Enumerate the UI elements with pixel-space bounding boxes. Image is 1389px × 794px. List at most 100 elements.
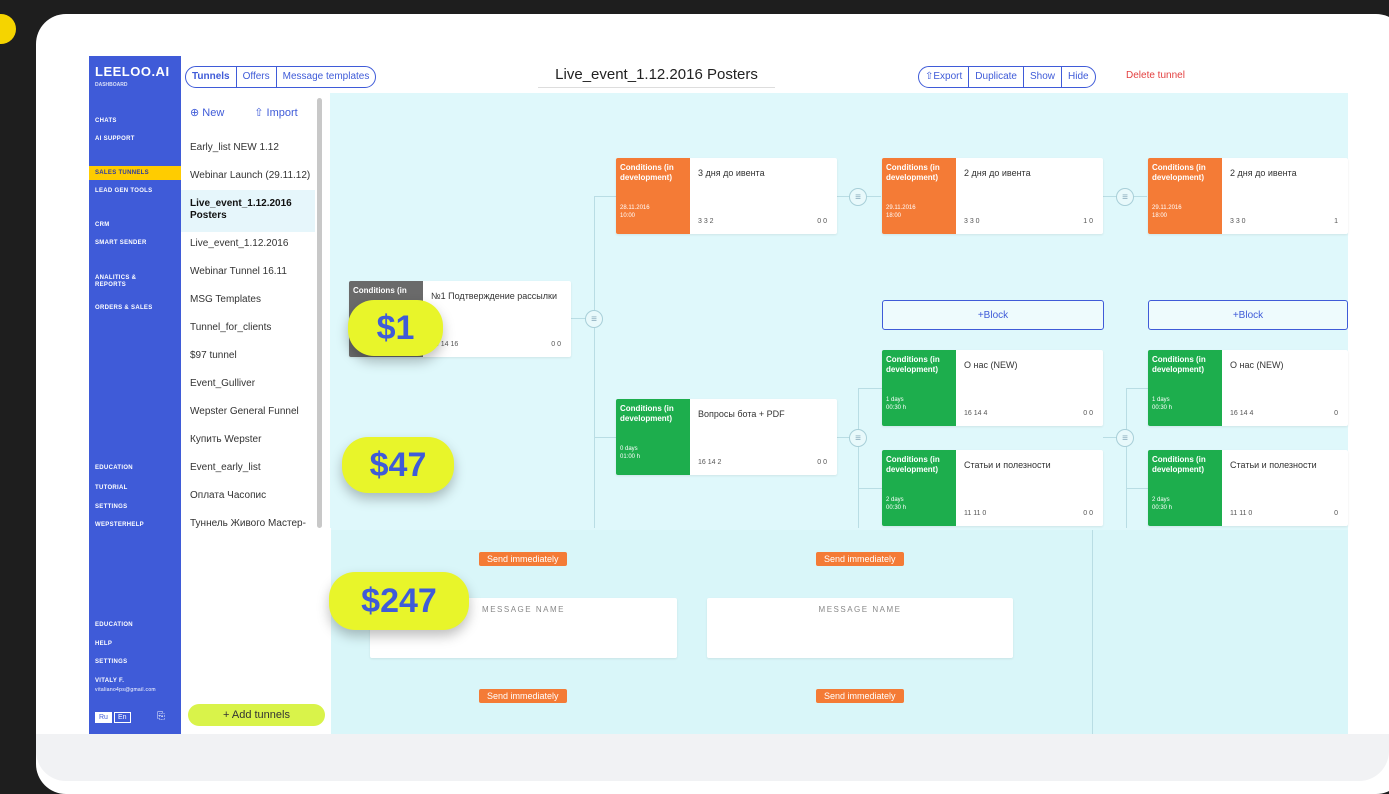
nav-education-bottom[interactable]: EDUCATION xyxy=(89,618,181,632)
tab-tunnels[interactable]: Tunnels xyxy=(186,67,237,87)
export-button[interactable]: ⇧Export xyxy=(919,67,970,87)
block-name: О нас (NEW) xyxy=(964,360,1018,370)
tunnel-item[interactable]: Live_event_1.12.2016 xyxy=(190,238,318,250)
branch-hub-icon[interactable]: ≡ xyxy=(849,429,867,447)
price-badge: $247 xyxy=(329,572,469,630)
tunnel-item[interactable]: Webinar Tunnel 16.11 xyxy=(190,266,318,278)
tunnel-item[interactable]: Оплата Часопис xyxy=(190,490,318,502)
nav-crm[interactable]: CRM xyxy=(89,218,181,232)
add-block-button[interactable]: +Block xyxy=(882,300,1104,330)
block-name: 2 дня до ивента xyxy=(1230,168,1297,178)
conditions-label: Conditions (in development) 29.11.2016 18… xyxy=(1148,158,1222,234)
conditions-text: Conditions (in development) xyxy=(1152,455,1206,474)
tunnel-block-card[interactable]: Conditions (in development) 0 days 01:00 … xyxy=(616,399,837,475)
tunnel-block-card[interactable]: Conditions (in development) 2 days 00:30 … xyxy=(882,450,1103,526)
nav-wepsterhelp[interactable]: WEPSTERHELP xyxy=(89,518,181,528)
hide-button[interactable]: Hide xyxy=(1062,67,1095,87)
tunnel-item[interactable]: $97 tunnel xyxy=(190,350,318,362)
list-scrollbar[interactable] xyxy=(317,98,322,528)
block-schedule: 2 days 00:30 h xyxy=(1152,497,1173,511)
conditions-label: Conditions (in development) 1 days 00:30 … xyxy=(882,350,956,426)
tunnel-item[interactable]: Event_Gulliver xyxy=(190,378,318,390)
tunnel-block-card[interactable]: Conditions (in development) 29.11.2016 18… xyxy=(882,158,1103,234)
tunnel-block-card[interactable]: Conditions (in development) 28.11.2016 10… xyxy=(616,158,837,234)
lang-en-button[interactable]: En xyxy=(113,712,131,723)
import-button[interactable]: ⇧ Import xyxy=(254,106,297,119)
conditions-text: Conditions (in development) xyxy=(886,355,940,374)
block-stats-extra: 1 0 xyxy=(1083,218,1093,225)
nav-settings-bottom[interactable]: SETTINGS xyxy=(89,655,181,669)
tunnel-item[interactable]: Early_list NEW 1.12 xyxy=(190,142,318,154)
tab-offers[interactable]: Offers xyxy=(237,67,277,87)
duplicate-button[interactable]: Duplicate xyxy=(969,67,1024,87)
tunnel-block-card[interactable]: Conditions (in development) 1 days 00:30 … xyxy=(882,350,1103,426)
nav-help[interactable]: HELP xyxy=(89,637,181,651)
add-block-button[interactable]: +Block xyxy=(1148,300,1348,330)
block-stats: 3 3 0 xyxy=(964,218,980,225)
block-name: 2 дня до ивента xyxy=(964,168,1031,178)
language-switch: Ru En xyxy=(95,712,131,723)
connector xyxy=(1126,388,1148,389)
tunnel-item[interactable]: MSG Templates xyxy=(190,294,318,306)
tunnel-block-card[interactable]: Conditions (in development) 29.11.2016 18… xyxy=(1148,158,1348,234)
branch-hub-icon[interactable]: ≡ xyxy=(1116,188,1134,206)
nav-sales-tunnels[interactable]: SALES TUNNELS xyxy=(89,166,181,180)
send-immediately-tag[interactable]: Send immediately xyxy=(479,689,567,703)
tunnel-item[interactable]: Wepster General Funnel xyxy=(190,406,318,418)
nav-chats[interactable]: CHATS xyxy=(89,114,181,128)
message-card[interactable]: MESSAGE NAME xyxy=(707,598,1013,658)
block-stats: 16 14 2 xyxy=(698,459,722,466)
new-tunnel-button[interactable]: ⊕ New xyxy=(190,106,224,119)
show-button[interactable]: Show xyxy=(1024,67,1062,87)
nav-tutorial[interactable]: TUTORIAL xyxy=(89,481,181,495)
branch-hub-icon[interactable]: ≡ xyxy=(585,310,603,328)
nav-ai-support[interactable]: AI SUPPORT xyxy=(89,132,181,146)
block-schedule: 1 days 00:30 h xyxy=(1152,397,1173,411)
conditions-text: Conditions (in development) xyxy=(620,163,674,182)
brand-subtitle: DASHBOARD xyxy=(95,82,128,88)
logout-icon[interactable]: ⎘ xyxy=(157,711,165,722)
tunnel-block-card[interactable]: Conditions (in development) 2 days 00:30 … xyxy=(1148,450,1348,526)
block-stats: 3 3 0 xyxy=(1230,218,1246,225)
send-immediately-tag[interactable]: Send immediately xyxy=(479,552,567,566)
nav-smart-sender[interactable]: SMART SENDER xyxy=(89,236,181,250)
tunnel-item[interactable]: Tunnel_for_clients xyxy=(190,322,318,334)
connector xyxy=(1092,530,1093,734)
action-bar: ⇧Export Duplicate Show Hide xyxy=(918,66,1096,88)
send-immediately-tag[interactable]: Send immediately xyxy=(816,689,904,703)
tab-message-templates[interactable]: Message templates xyxy=(277,67,376,87)
block-stats-extra: 1 xyxy=(1334,218,1338,225)
block-schedule: 29.11.2016 18:00 xyxy=(1152,205,1182,219)
price-badge: $47 xyxy=(342,437,454,493)
nav-education[interactable]: EDUCATION xyxy=(89,461,181,475)
add-tunnels-button[interactable]: + Add tunnels xyxy=(188,704,325,726)
nav-orders-sales[interactable]: ORDERS & SALES xyxy=(89,301,181,315)
tab-bar: Tunnels Offers Message templates xyxy=(185,66,377,88)
tunnel-title[interactable]: Live_event_1.12.2016 Posters xyxy=(538,66,775,88)
block-name: 3 дня до ивента xyxy=(698,168,765,178)
block-stats: 11 11 0 xyxy=(1230,510,1253,517)
sidebar: LEELOO.AI DASHBOARD CHATS AI SUPPORT SAL… xyxy=(89,56,181,734)
block-stats-extra: 0 0 xyxy=(817,218,827,225)
block-stats: 16 14 4 xyxy=(964,410,988,417)
delete-tunnel-button[interactable]: Delete tunnel xyxy=(1126,70,1185,81)
nav-lead-gen-tools[interactable]: LEAD GEN TOOLS xyxy=(89,184,181,198)
connector xyxy=(594,196,616,197)
tunnel-item[interactable]: Event_early_list xyxy=(190,462,318,474)
tunnel-item[interactable]: Туннель Живого Мастер- xyxy=(190,518,318,528)
tunnel-item[interactable]: Webinar Launch (29.11.12) xyxy=(190,170,318,182)
brand-logo[interactable]: LEELOO.AI xyxy=(95,64,170,79)
tunnel-item-selected[interactable]: Live_event_1.12.2016 Posters xyxy=(181,190,315,232)
branch-hub-icon[interactable]: ≡ xyxy=(849,188,867,206)
tunnel-block-card[interactable]: Conditions (in development) 1 days 00:30 … xyxy=(1148,350,1348,426)
conditions-text: Conditions (in development) xyxy=(1152,163,1206,182)
connector xyxy=(1103,437,1117,438)
block-name: Вопросы бота + PDF xyxy=(698,409,785,419)
branch-hub-icon[interactable]: ≡ xyxy=(1116,429,1134,447)
nav-analytics[interactable]: ANALITICS & REPORTS xyxy=(89,271,181,293)
send-immediately-tag[interactable]: Send immediately xyxy=(816,552,904,566)
lang-ru-button[interactable]: Ru xyxy=(95,712,112,723)
nav-settings[interactable]: SETTINGS xyxy=(89,500,181,514)
block-stats: 3 3 2 xyxy=(698,218,714,225)
tunnel-item[interactable]: Купить Wepster xyxy=(190,434,318,446)
